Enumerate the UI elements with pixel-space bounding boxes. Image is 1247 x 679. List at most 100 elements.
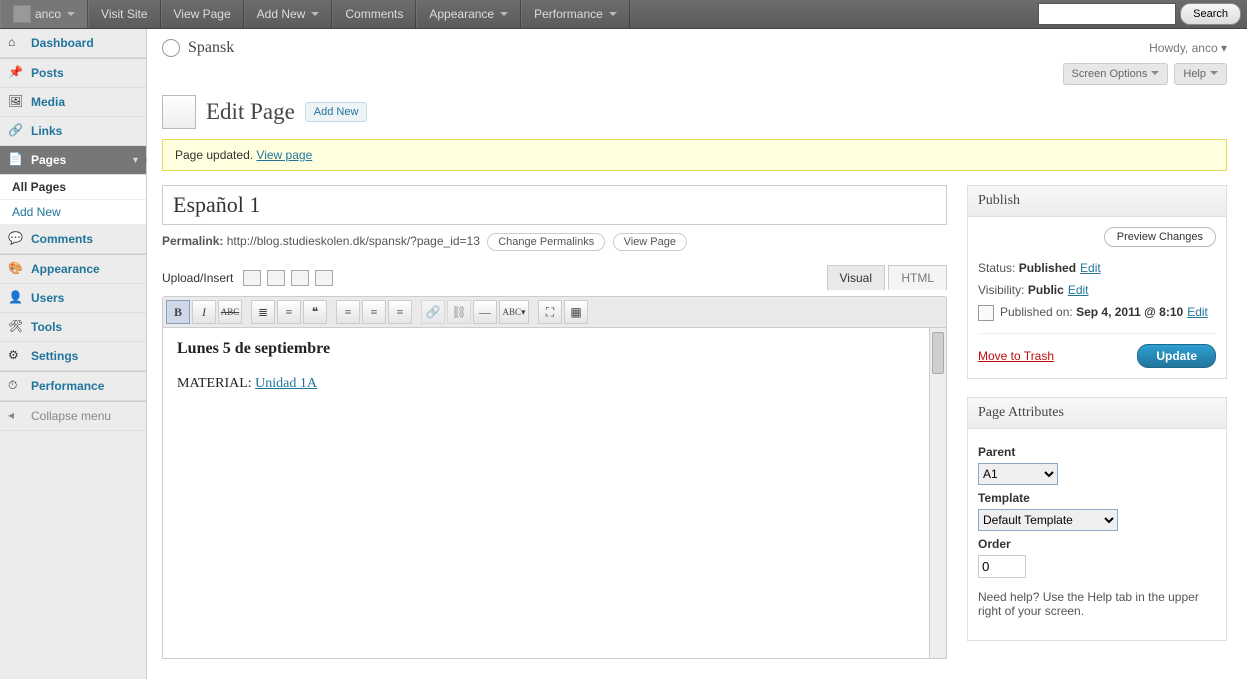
align-right-button[interactable]: ≡: [388, 300, 412, 324]
calendar-icon: [978, 305, 994, 321]
content-editor[interactable]: Lunes 5 de septiembre MATERIAL: Unidad 1…: [163, 328, 929, 658]
align-left-button[interactable]: ≡: [336, 300, 360, 324]
add-image-icon[interactable]: [243, 270, 261, 286]
preview-changes-button[interactable]: Preview Changes: [1104, 227, 1216, 247]
page-title: Edit Page: [206, 99, 295, 125]
chevron-down-icon: ▾: [133, 155, 138, 166]
submenu-pages: All Pages Add New: [0, 175, 146, 225]
page-icon: [162, 95, 196, 129]
update-button[interactable]: Update: [1137, 344, 1216, 368]
menu-users[interactable]: 👤Users: [0, 284, 146, 313]
adminbar-search-wrap: Search: [1032, 0, 1247, 28]
help-button[interactable]: Help: [1174, 63, 1227, 85]
comments-icon: 💬: [8, 231, 24, 247]
menu-posts[interactable]: 📌Posts: [0, 58, 146, 88]
parent-label: Parent: [978, 445, 1216, 459]
title-input[interactable]: [162, 185, 947, 225]
submenu-all-pages[interactable]: All Pages: [0, 175, 146, 200]
admin-bar: anco Visit Site View Page Add New Commen…: [0, 0, 1247, 29]
order-label: Order: [978, 537, 1216, 551]
template-select[interactable]: Default Template: [978, 509, 1118, 531]
menu-collapse[interactable]: ◂Collapse menu: [0, 401, 146, 431]
publish-box-title: Publish: [968, 186, 1226, 217]
performance-icon: ⏱: [8, 378, 24, 394]
wordpress-icon: [162, 39, 180, 57]
scrollbar-thumb[interactable]: [932, 332, 944, 374]
menu-tools[interactable]: 🛠Tools: [0, 313, 146, 342]
align-center-button[interactable]: ≡: [362, 300, 386, 324]
editor-scrollbar[interactable]: [929, 328, 946, 658]
content-link[interactable]: Unidad 1A: [255, 376, 317, 391]
adminbar-user: anco: [35, 7, 61, 21]
adminbar-appearance[interactable]: Appearance: [416, 0, 521, 28]
update-notice: Page updated. View page: [162, 139, 1227, 171]
adminbar-performance[interactable]: Performance: [521, 0, 630, 28]
submenu-add-new[interactable]: Add New: [0, 200, 146, 225]
unlink-button[interactable]: ⛓: [447, 300, 471, 324]
kitchensink-button[interactable]: ▦: [564, 300, 588, 324]
adminbar-comments[interactable]: Comments: [332, 0, 416, 28]
dashboard-icon: ⌂: [8, 35, 24, 51]
spellcheck-button[interactable]: ABC▾: [499, 300, 529, 324]
users-icon: 👤: [8, 290, 24, 306]
screen-options-button[interactable]: Screen Options: [1063, 63, 1169, 85]
tab-visual[interactable]: Visual: [827, 265, 885, 290]
pages-icon: 📄: [8, 152, 24, 168]
add-media-icon[interactable]: [315, 270, 333, 286]
link-button[interactable]: 🔗: [421, 300, 445, 324]
adminbar-spacer: [630, 0, 1032, 28]
menu-settings[interactable]: ⚙Settings: [0, 342, 146, 371]
ol-button[interactable]: ≡: [277, 300, 301, 324]
adminbar-account[interactable]: anco: [0, 0, 88, 28]
quote-button[interactable]: ❝: [303, 300, 327, 324]
page-attributes-help: Need help? Use the Help tab in the upper…: [978, 590, 1216, 618]
permalink-row: Permalink: http://blog.studieskolen.dk/s…: [162, 233, 947, 251]
howdy[interactable]: Howdy, anco ▾: [1149, 41, 1227, 55]
parent-select[interactable]: A1: [978, 463, 1058, 485]
fullscreen-button[interactable]: ⛶: [538, 300, 562, 324]
menu-performance[interactable]: ⏱Performance: [0, 371, 146, 401]
tab-html[interactable]: HTML: [888, 265, 947, 290]
permalink-url: http://blog.studieskolen.dk/spansk/?page…: [227, 234, 480, 248]
content-heading: Lunes 5 de septiembre: [177, 340, 915, 358]
adminbar-view-page[interactable]: View Page: [161, 0, 244, 28]
chevron-down-icon: ▾: [1221, 41, 1227, 55]
adminbar-visit-site[interactable]: Visit Site: [88, 0, 160, 28]
menu-pages[interactable]: 📄Pages▾: [0, 146, 146, 175]
menu-links[interactable]: 🔗Links: [0, 117, 146, 146]
order-input[interactable]: [978, 555, 1026, 578]
upload-insert-label: Upload/Insert: [162, 271, 233, 285]
page-attributes-title: Page Attributes: [968, 398, 1226, 429]
ul-button[interactable]: ≣: [251, 300, 275, 324]
adminbar-add-new[interactable]: Add New: [244, 0, 333, 28]
search-button[interactable]: Search: [1180, 3, 1241, 25]
search-input[interactable]: [1038, 3, 1176, 25]
edit-date-link[interactable]: Edit: [1187, 305, 1208, 319]
edit-status-link[interactable]: Edit: [1080, 261, 1101, 275]
more-button[interactable]: —: [473, 300, 497, 324]
add-audio-icon[interactable]: [291, 270, 309, 286]
strike-button[interactable]: ABC: [218, 300, 242, 324]
menu-comments[interactable]: 💬Comments: [0, 225, 146, 254]
menu-appearance[interactable]: 🎨Appearance: [0, 254, 146, 284]
menu-media[interactable]: 🖼Media: [0, 88, 146, 117]
admin-menu: ⌂Dashboard 📌Posts 🖼Media 🔗Links 📄Pages▾ …: [0, 29, 147, 679]
move-to-trash-link[interactable]: Move to Trash: [978, 349, 1054, 363]
posts-icon: 📌: [8, 65, 24, 81]
italic-button[interactable]: I: [192, 300, 216, 324]
view-page-button[interactable]: View Page: [613, 233, 687, 251]
add-video-icon[interactable]: [267, 270, 285, 286]
change-permalinks-button[interactable]: Change Permalinks: [487, 233, 605, 251]
links-icon: 🔗: [8, 123, 24, 139]
appearance-icon: 🎨: [8, 261, 24, 277]
menu-dashboard[interactable]: ⌂Dashboard: [0, 29, 146, 58]
editor-toolbar: B I ABC ≣ ≡ ❝ ≡ ≡ ≡ 🔗 ⛓ — ABC▾: [162, 296, 947, 328]
notice-view-page-link[interactable]: View page: [256, 148, 312, 162]
bold-button[interactable]: B: [166, 300, 190, 324]
tools-icon: 🛠: [8, 319, 24, 335]
site-title: Spansk: [188, 39, 234, 57]
add-new-button[interactable]: Add New: [305, 102, 368, 122]
edit-visibility-link[interactable]: Edit: [1068, 283, 1089, 297]
avatar-icon: [13, 5, 31, 23]
media-icon: 🖼: [8, 94, 24, 110]
